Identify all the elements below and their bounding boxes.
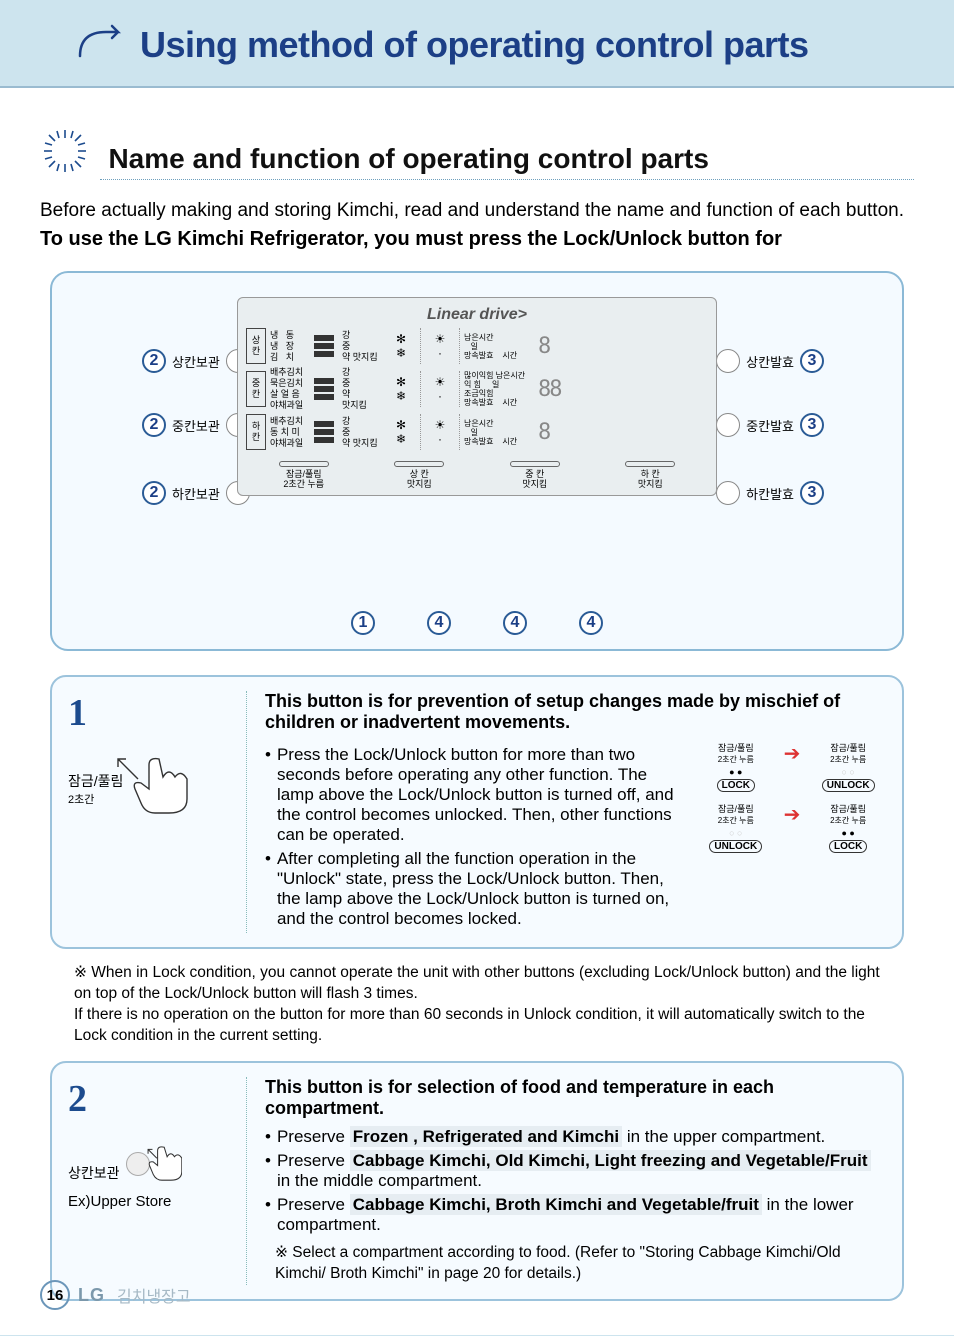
b2-b2-post: in the middle compartment. — [277, 1171, 482, 1190]
page-number: 16 — [40, 1280, 70, 1310]
diag-sub: 2초간 누름 — [698, 815, 774, 826]
lcd-row: 중 칸배추김치 묵은김치 살 얼 음 야채과일강 중 약 맛지킴✻❄☀·많이익힘… — [246, 367, 708, 411]
intro-text: Before actually making and storing Kimch… — [40, 200, 914, 222]
description-block-2: 2 상칸보관 Ex)Upper Store This button is for… — [50, 1061, 904, 1301]
block1-bullet2: After completing all the function operat… — [277, 849, 688, 929]
b2-b1-pre: Preserve — [277, 1127, 345, 1146]
block1-heading: This button is for prevention of setup c… — [265, 691, 886, 733]
callout-number: 4 — [579, 611, 603, 635]
panel-bottom-button: 하 칸맛지킴 — [621, 456, 679, 491]
lcd-row: 하 칸배추김치 동 치 미 야채과일강 중 약 맛지킴✻❄☀·남은시간 일 망속… — [246, 414, 708, 450]
panel-bottom-button: 잠금/풀림2초간 누름 — [275, 456, 333, 491]
brand-product: 김치냉장고 — [117, 1283, 191, 1307]
description-block-1: 1 잠금/풀림 2초간 This button is for preventio… — [50, 675, 904, 949]
lcd-row: 상 칸냉 동 냉 장 김 치강 중 약 맛지킴✻❄☀·남은시간 일 망속발효 시… — [246, 328, 708, 364]
b2-b3-hl: Cabbage Kimchi, Broth Kimchi and Vegetab… — [350, 1194, 762, 1215]
intro-bold-text: To use the LG Kimchi Refrigerator, you m… — [40, 228, 914, 251]
sunburst-icon — [40, 126, 90, 176]
panel-bottom-button: 중 칸맛지킴 — [506, 456, 564, 491]
unlock-pill: UNLOCK — [709, 840, 762, 853]
arrow-right-icon: ➔ — [784, 741, 801, 767]
b2-b2-hl: Cabbage Kimchi, Old Kimchi, Light freezi… — [350, 1150, 871, 1171]
block-number: 1 — [68, 691, 228, 735]
callout-number: 1 — [351, 611, 375, 635]
lock-pill: LOCK — [717, 779, 755, 792]
callout-label: 하칸보관 — [172, 484, 220, 503]
lock-pill: LOCK — [829, 840, 867, 853]
lcd-panel: Linear drive> 상 칸냉 동 냉 장 김 치강 중 약 맛지킴✻❄☀… — [237, 297, 717, 496]
section-title: Name and function of operating control p… — [108, 143, 708, 175]
dotted-divider — [100, 179, 914, 180]
example-label: Ex)Upper Store — [68, 1193, 228, 1210]
callout-label: 중칸보관 — [172, 416, 220, 435]
button-icon — [716, 413, 740, 437]
callout-number: 2 — [142, 481, 166, 505]
diag-sub: 2초간 누름 — [810, 754, 886, 765]
callout-label: 상칸보관 — [172, 352, 220, 371]
callout-number: 4 — [427, 611, 451, 635]
button-icon — [716, 349, 740, 373]
callout-number: 2 — [142, 413, 166, 437]
callout-number: 4 — [503, 611, 527, 635]
unlock-pill: UNLOCK — [822, 779, 875, 792]
hand-pointer-icon — [142, 1145, 182, 1189]
b2-b2-pre: Preserve — [277, 1151, 345, 1170]
b2-b1-hl: Frozen , Refrigerated and Kimchi — [350, 1126, 622, 1147]
page-footer: 16 LG 김치냉장고 — [40, 1280, 191, 1310]
arrow-right-icon: ➔ — [784, 802, 801, 828]
block1-bullet1: Press the Lock/Unlock button for more th… — [277, 745, 688, 845]
diag-label: 잠금/풀림 — [698, 802, 774, 815]
block2-heading: This button is for selection of food and… — [265, 1077, 886, 1119]
diag-sub: 2초간 누름 — [810, 815, 886, 826]
diag-sub: 2초간 누름 — [698, 754, 774, 765]
button-icon — [716, 481, 740, 505]
diag-label: 잠금/풀림 — [810, 741, 886, 754]
block1-note: ※ When in Lock condition, you cannot ope… — [74, 963, 894, 1047]
panel-bottom-button: 상 칸맛지킴 — [390, 456, 448, 491]
page-title: Using method of operating control parts — [140, 24, 914, 66]
block-number: 2 — [68, 1077, 228, 1121]
block2-note: ※ Select a compartment according to food… — [275, 1243, 886, 1285]
callout-number: 3 — [800, 481, 824, 505]
panel-brand: Linear drive> — [246, 306, 708, 324]
upper-store-label-kr: 상칸보관 — [68, 1163, 120, 1183]
b2-b3-pre: Preserve — [277, 1195, 345, 1214]
callout-number: 3 — [800, 413, 824, 437]
diag-label: 잠금/풀림 — [698, 741, 774, 754]
hand-pointer-icon — [108, 749, 198, 819]
callout-label: 중칸발효 — [746, 416, 794, 435]
callout-number: 2 — [142, 349, 166, 373]
callout-label: 하칸발효 — [746, 484, 794, 503]
control-panel-diagram: 2 상칸보관 2 중칸보관 2 하칸보관 상칸발효 3 — [50, 271, 904, 651]
swoosh-icon — [78, 24, 128, 58]
brand-logo: LG — [78, 1285, 105, 1306]
diag-label: 잠금/풀림 — [810, 802, 886, 815]
callout-label: 상칸발효 — [746, 352, 794, 371]
callout-number: 3 — [800, 349, 824, 373]
b2-b1-post: in the upper compartment. — [627, 1127, 825, 1146]
